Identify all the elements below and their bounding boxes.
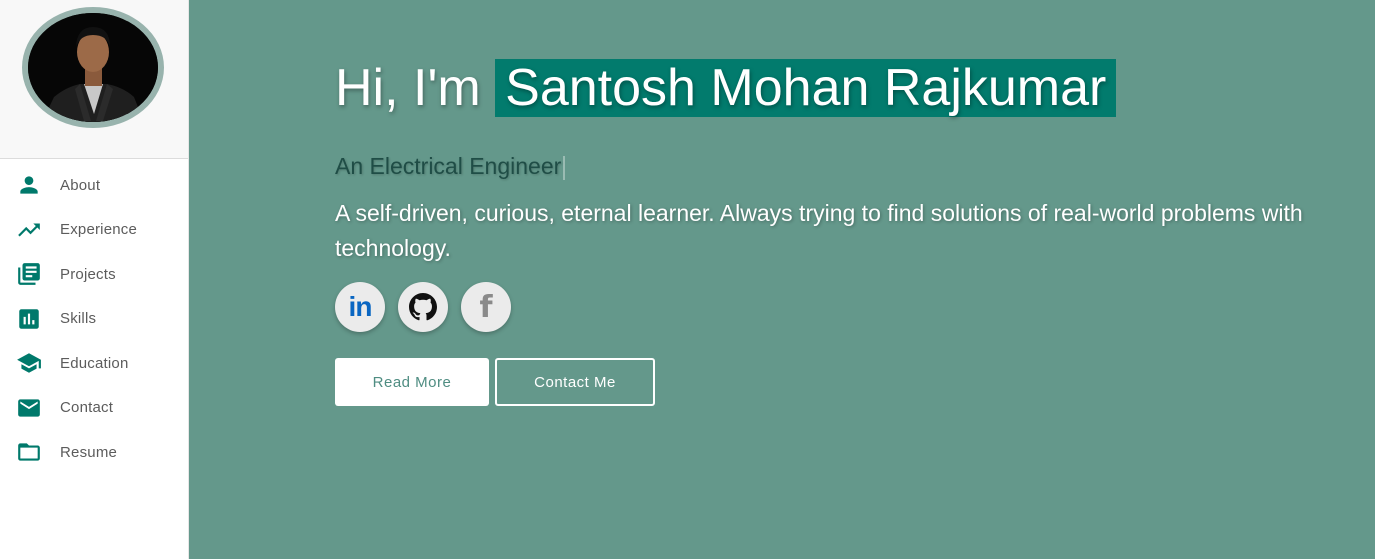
facebook-link[interactable]: f: [461, 282, 511, 332]
avatar: [22, 7, 164, 128]
sidebar-item-label: Resume: [60, 443, 118, 461]
sidebar: About Experience Projects Skills Educati…: [0, 0, 189, 559]
sidebar-item-label: Contact: [60, 399, 114, 417]
sidebar-item-projects[interactable]: Projects: [0, 252, 188, 297]
hero-content: Hi, I'm Santosh Mohan Rajkumar An Electr…: [335, 56, 1365, 406]
typing-cursor: [563, 155, 566, 180]
hero-section: Hi, I'm Santosh Mohan Rajkumar An Electr…: [189, 0, 1375, 559]
sidebar-item-education[interactable]: Education: [0, 341, 188, 386]
github-link[interactable]: [398, 282, 448, 332]
hero-greeting: Hi, I'm: [335, 59, 481, 117]
contact-me-button[interactable]: Contact Me: [495, 358, 655, 406]
hero-subtitle-text: An Electrical Engineer: [335, 153, 562, 179]
mail-icon: [16, 395, 42, 421]
sidebar-item-label: Skills: [60, 310, 97, 328]
hero-headline: Hi, I'm Santosh Mohan Rajkumar: [335, 56, 1365, 120]
sidebar-header: [0, 0, 188, 159]
linkedin-icon: in: [348, 291, 373, 322]
folder-icon: [16, 439, 42, 465]
sidebar-item-contact[interactable]: Contact: [0, 386, 188, 431]
sidebar-item-about[interactable]: About: [0, 163, 188, 208]
sidebar-item-experience[interactable]: Experience: [0, 208, 188, 253]
sidebar-nav: About Experience Projects Skills Educati…: [0, 159, 188, 475]
sidebar-item-label: Projects: [60, 265, 116, 283]
facebook-icon: f: [479, 289, 493, 325]
hero-description: A self-driven, curious, eternal learner.…: [335, 200, 1303, 261]
social-links: in f: [335, 282, 1365, 332]
sidebar-item-resume[interactable]: Resume: [0, 430, 188, 475]
hero-subtitle: An Electrical Engineer: [335, 150, 1365, 182]
library-books-icon: [16, 261, 42, 287]
person-icon: [16, 172, 42, 198]
bar-chart-icon: [16, 306, 42, 332]
sidebar-item-label: Experience: [60, 221, 138, 239]
trending-up-icon: [16, 217, 42, 243]
github-icon: [409, 293, 437, 321]
sidebar-item-label: Education: [60, 354, 129, 372]
sidebar-item-skills[interactable]: Skills: [0, 297, 188, 342]
hero-name: Santosh Mohan Rajkumar: [495, 59, 1117, 117]
linkedin-link[interactable]: in: [335, 282, 385, 332]
profile-photo: [28, 13, 158, 122]
read-more-button[interactable]: Read More: [335, 358, 489, 406]
sidebar-item-label: About: [60, 176, 101, 194]
graduation-cap-icon: [16, 350, 42, 376]
hero-buttons: Read More Contact Me: [335, 358, 1365, 406]
